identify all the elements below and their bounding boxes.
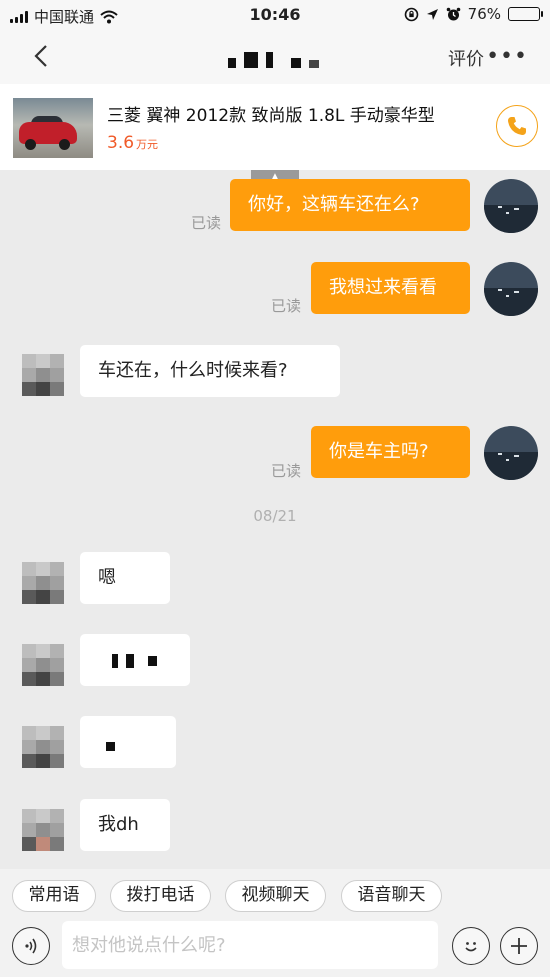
message-bubble-received[interactable]: 车还在，什么时候来看?	[80, 345, 340, 397]
message-bubble-redacted[interactable]	[80, 634, 190, 686]
quick-reply-call[interactable]: 拨打电话	[110, 880, 211, 912]
nav-bar: 评价 •••	[0, 30, 550, 84]
quick-reply-voice-chat[interactable]: 语音聊天	[341, 880, 442, 912]
location-icon	[426, 8, 438, 20]
more-options-button[interactable]: •••	[486, 44, 528, 69]
contact-name-redacted	[228, 52, 319, 68]
voice-icon	[25, 938, 37, 954]
read-receipt: 已读	[271, 462, 302, 480]
status-icons: 76%	[404, 5, 543, 23]
car-listing-card[interactable]: 三菱 翼神 2012款 致尚版 1.8L 手动豪华型 3.6 万元	[0, 84, 550, 170]
message-bubble-received[interactable]: 我dh	[80, 799, 170, 851]
price-unit: 万元	[136, 138, 159, 151]
car-photo	[13, 98, 93, 158]
contact-avatar[interactable]	[18, 558, 68, 608]
price-value: 3.6	[107, 133, 135, 153]
my-avatar[interactable]	[484, 179, 538, 233]
my-avatar[interactable]	[484, 426, 538, 480]
smiley-icon	[465, 942, 477, 952]
battery-icon	[508, 7, 543, 21]
car-title: 三菱 翼神 2012款 致尚版 1.8L 手动豪华型	[107, 106, 435, 126]
date-separator: 08/21	[253, 507, 297, 525]
car-price: 3.6 万元	[107, 133, 158, 153]
call-button[interactable]	[496, 105, 538, 147]
contact-avatar[interactable]	[18, 805, 68, 855]
status-bar: 中国联通 10:46 76%	[0, 0, 550, 30]
message-bubble-redacted[interactable]	[80, 716, 176, 768]
message-bubble-received[interactable]: 嗯	[80, 552, 170, 604]
contact-avatar[interactable]	[18, 722, 68, 772]
quick-reply-common-phrases[interactable]: 常用语	[12, 880, 96, 912]
message-bubble-sent[interactable]: 你好，这辆车还在么?	[230, 179, 470, 231]
plus-icon	[511, 938, 527, 954]
message-bubble-sent[interactable]: 我想过来看看	[311, 262, 470, 314]
contact-avatar[interactable]	[18, 350, 68, 400]
message-input[interactable]	[62, 921, 438, 969]
quick-reply-video-chat[interactable]: 视频聊天	[225, 880, 326, 912]
emoji-button[interactable]	[452, 927, 490, 965]
contact-avatar[interactable]	[18, 640, 68, 690]
phone-icon	[508, 117, 526, 135]
my-avatar[interactable]	[484, 262, 538, 316]
alarm-icon	[446, 7, 460, 20]
orientation-lock-icon	[404, 7, 418, 21]
quick-reply-bar: 常用语 拨打电话 视频聊天 语音聊天	[0, 869, 550, 921]
voice-input-button[interactable]	[12, 927, 50, 965]
add-attachment-button[interactable]	[500, 927, 538, 965]
read-receipt: 已读	[191, 214, 222, 232]
battery-percent: 76%	[467, 5, 501, 23]
rate-button[interactable]: 评价	[448, 45, 484, 71]
back-arrow-icon[interactable]	[28, 42, 56, 70]
read-receipt: 已读	[271, 297, 302, 315]
input-bar	[0, 921, 550, 977]
message-bubble-sent[interactable]: 你是车主吗?	[311, 426, 470, 478]
